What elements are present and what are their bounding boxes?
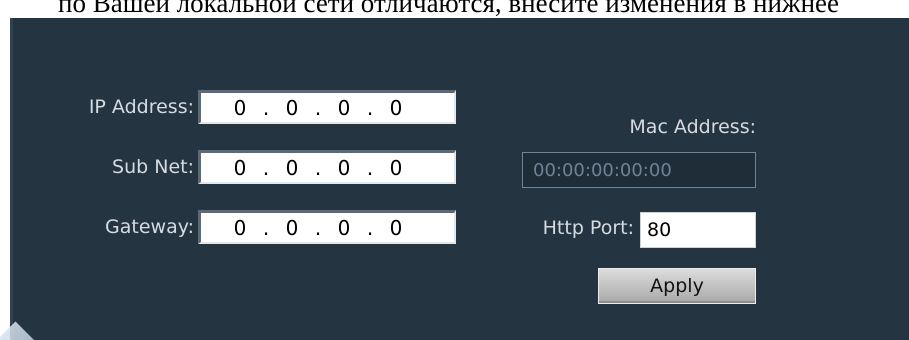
ip-dot: . [262,95,270,120]
http-port-label: Http Port: [542,217,634,239]
ip-address-label: IP Address: [88,96,194,118]
gateway-octet-4: 0 [389,215,403,240]
gateway-dot: . [314,215,322,240]
subnet-label: Sub Net: [112,156,194,178]
gateway-input[interactable]: 0 . 0 . 0 . 0 [198,210,456,244]
apply-button[interactable]: Apply [598,268,756,304]
ip-octet-4: 0 [389,95,403,120]
mac-address-field: 00:00:00:00:00 [522,152,756,188]
network-settings-panel [10,18,909,340]
subnet-dot: . [262,155,270,180]
subnet-octet-4: 0 [389,155,403,180]
ip-dot: . [314,95,322,120]
ip-octet-1: 0 [233,95,247,120]
gateway-dot: . [366,215,374,240]
mac-address-label: Mac Address: [629,116,756,138]
subnet-dot: . [366,155,374,180]
gateway-dot: . [262,215,270,240]
subnet-octet-2: 0 [285,155,299,180]
subnet-input[interactable]: 0 . 0 . 0 . 0 [198,150,456,184]
http-port-input[interactable]: 80 [640,212,756,248]
ip-octet-3: 0 [337,95,351,120]
ip-dot: . [366,95,374,120]
subnet-octet-1: 0 [233,155,247,180]
gateway-octet-1: 0 [233,215,247,240]
subnet-octet-3: 0 [337,155,351,180]
gateway-label: Gateway: [105,216,194,238]
page-text-fragment: по Вашей локальной сети отличаются, внес… [58,0,839,18]
subnet-dot: . [314,155,322,180]
ip-octet-2: 0 [285,95,299,120]
gateway-octet-3: 0 [337,215,351,240]
ip-address-input[interactable]: 0 . 0 . 0 . 0 [198,90,456,124]
gateway-octet-2: 0 [285,215,299,240]
